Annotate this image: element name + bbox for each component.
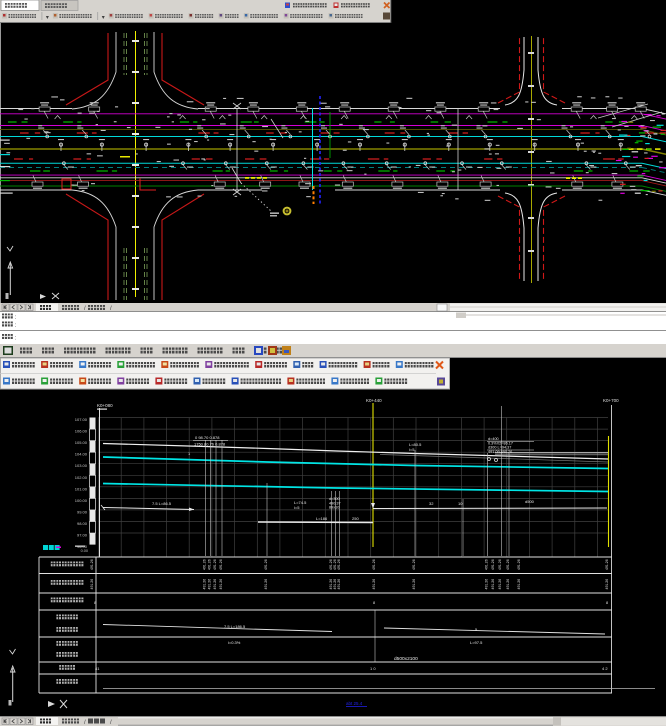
svg-text:K0+700: K0+700 <box>603 398 619 403</box>
svg-text:491.26: 491.26 <box>491 579 495 590</box>
svg-text:491.26: 491.26 <box>208 559 212 570</box>
svg-text:d500: d500 <box>525 499 535 504</box>
svg-text:491.26: 491.26 <box>219 579 223 590</box>
svg-text:491.26: 491.26 <box>517 559 521 570</box>
svg-text:104.00: 104.00 <box>75 452 88 457</box>
svg-text:250: 250 <box>352 516 359 521</box>
svg-text:i=5: i=5 <box>409 447 415 452</box>
svg-text:491.26: 491.26 <box>208 579 212 590</box>
svg-text:491.26: 491.26 <box>90 559 94 570</box>
svg-text:1750 80.76 0.878: 1750 80.76 0.878 <box>194 442 226 447</box>
svg-text:▾: ▾ <box>46 15 49 21</box>
svg-text:491.26: 491.26 <box>485 579 489 590</box>
svg-text:K0+080: K0+080 <box>97 403 113 408</box>
svg-text:491.26: 491.26 <box>498 579 502 590</box>
svg-text:102.00: 102.00 <box>75 475 88 480</box>
svg-text:491.26: 491.26 <box>264 579 268 590</box>
svg-text:L=97.5: L=97.5 <box>470 640 483 645</box>
svg-text:d500x2100: d500x2100 <box>394 656 418 662</box>
svg-text:107.00: 107.00 <box>75 417 88 422</box>
svg-text:101.00: 101.00 <box>75 486 88 491</box>
svg-text:4 2: 4 2 <box>602 666 608 671</box>
svg-text:491.26: 491.26 <box>337 559 341 570</box>
svg-text:491.26: 491.26 <box>213 559 217 570</box>
svg-text:▾: ▾ <box>102 15 105 21</box>
svg-text:491.26: 491.26 <box>517 579 521 590</box>
svg-text:491.26: 491.26 <box>605 579 609 590</box>
svg-text:105.00: 105.00 <box>75 440 88 445</box>
svg-text:97.00: 97.00 <box>77 533 88 538</box>
svg-text:i=5: i=5 <box>294 505 300 510</box>
svg-text:491.26: 491.26 <box>90 579 94 590</box>
svg-text:98.00: 98.00 <box>77 521 88 526</box>
svg-text:491.26: 491.26 <box>372 559 376 570</box>
svg-text:100.00: 100.00 <box>75 498 88 503</box>
svg-text:491.26: 491.26 <box>506 559 510 570</box>
svg-text:491.09 490.26: 491.09 490.26 <box>488 450 512 454</box>
svg-text:491.26: 491.26 <box>219 559 223 570</box>
svg-text:L=186: L=186 <box>316 516 328 521</box>
svg-text:32: 32 <box>429 501 434 506</box>
svg-text:8: 8 <box>606 601 608 605</box>
svg-text:8: 8 <box>94 601 96 605</box>
svg-text:0 98.70 0.878: 0 98.70 0.878 <box>195 435 220 440</box>
svg-text:89x10: 89x10 <box>329 506 339 510</box>
svg-text:491.26: 491.26 <box>203 579 207 590</box>
svg-text:99.00: 99.00 <box>77 509 88 514</box>
svg-text:K0+440: K0+440 <box>366 398 382 403</box>
svg-text:7.5 L=86.5: 7.5 L=86.5 <box>152 501 172 506</box>
svg-text:7.5 L=186.5: 7.5 L=186.5 <box>224 624 246 629</box>
svg-text:10: 10 <box>458 501 463 506</box>
svg-text:491.26: 491.26 <box>605 559 609 570</box>
svg-text:0.00: 0.00 <box>81 549 88 553</box>
svg-text:491.26: 491.26 <box>337 579 341 590</box>
svg-text:491.26: 491.26 <box>485 559 489 570</box>
svg-text:491.26: 491.26 <box>264 559 268 570</box>
svg-text:491.26: 491.26 <box>213 579 217 590</box>
svg-text:491.26: 491.26 <box>491 559 495 570</box>
svg-text:491.26: 491.26 <box>412 579 416 590</box>
svg-text:abt 25.4: abt 25.4 <box>346 701 363 706</box>
svg-text:491.26: 491.26 <box>412 559 416 570</box>
svg-text:491.26: 491.26 <box>203 559 207 570</box>
svg-text:8: 8 <box>373 601 375 605</box>
svg-text:i=0.3%: i=0.3% <box>228 640 241 645</box>
svg-text:106.00: 106.00 <box>75 429 88 434</box>
svg-text:491.26: 491.26 <box>372 579 376 590</box>
svg-text:491.26: 491.26 <box>498 559 502 570</box>
svg-text:491.26: 491.26 <box>506 579 510 590</box>
svg-text:103.00: 103.00 <box>75 463 88 468</box>
svg-text:41: 41 <box>95 666 100 671</box>
svg-text:1 0: 1 0 <box>370 666 376 671</box>
